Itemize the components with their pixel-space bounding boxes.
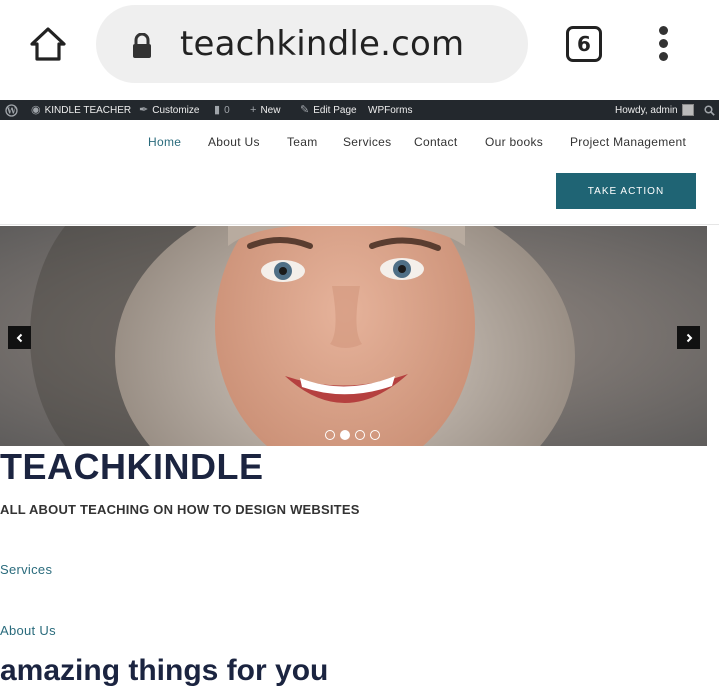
slider-prev-button[interactable] [8, 326, 31, 349]
site-tagline: ALL ABOUT TEACHING ON HOW TO DESIGN WEBS… [0, 502, 360, 517]
avatar [681, 104, 694, 116]
more-vert-icon [659, 26, 668, 35]
wordpress-icon: W [5, 103, 18, 117]
wpforms-label: WPForms [368, 104, 413, 116]
slider-next-button[interactable] [677, 326, 700, 349]
hero-image [0, 226, 707, 446]
chevron-left-icon [16, 333, 22, 342]
browser-menu-button[interactable] [652, 24, 676, 64]
nav-item-team[interactable]: Team [287, 135, 318, 149]
hero-slider[interactable] [0, 226, 707, 446]
site-name-label: KINDLE TEACHER [44, 104, 132, 116]
comment-icon: ▮ [214, 103, 221, 116]
admin-bar-comments[interactable]: ▮ 0 [214, 100, 230, 120]
slider-dot[interactable] [325, 430, 335, 440]
wp-logo-menu[interactable]: W [5, 100, 18, 120]
admin-bar-site-name[interactable]: ◉ KINDLE TEACHER [31, 100, 131, 120]
comments-count: 0 [224, 104, 230, 116]
slider-dot-active[interactable] [340, 430, 350, 440]
url-text: teachkindle.com [180, 24, 465, 64]
lock-icon [133, 33, 151, 58]
plus-icon: + [250, 103, 257, 116]
howdy-label: Howdy, admin [615, 104, 678, 116]
nav-item-services[interactable]: Services [343, 135, 391, 149]
slider-pagination [325, 430, 380, 440]
slider-dot[interactable] [355, 430, 365, 440]
admin-bar-wpforms[interactable]: WPForms [368, 100, 412, 120]
edit-page-label: Edit Page [313, 104, 357, 116]
take-action-button[interactable]: TAKE ACTION [556, 173, 696, 209]
nav-item-about-us[interactable]: About Us [208, 135, 260, 149]
admin-bar-new[interactable]: + New [250, 100, 280, 120]
home-icon [30, 27, 66, 61]
section-heading: amazing things for you [0, 654, 329, 687]
admin-bar-account[interactable]: Howdy, admin [615, 100, 694, 120]
more-vert-icon-dot [659, 39, 668, 48]
admin-bar-customize[interactable]: ✒ Customize [139, 100, 199, 120]
site-title: TEACHKINDLE [0, 446, 264, 487]
chevron-right-icon [686, 333, 692, 342]
nav-item-home[interactable]: Home [148, 135, 181, 149]
new-label: New [260, 104, 281, 116]
svg-text:W: W [6, 105, 17, 115]
slider-dot[interactable] [370, 430, 380, 440]
more-vert-icon-dot [659, 52, 668, 61]
home-button[interactable] [26, 24, 70, 64]
address-bar[interactable]: teachkindle.com [96, 5, 528, 83]
customize-label: Customize [152, 104, 200, 116]
nav-item-project-management[interactable]: Project Management [570, 135, 686, 149]
admin-bar-search[interactable] [704, 100, 715, 120]
brush-icon: ✒ [139, 103, 149, 116]
admin-bar-edit-page[interactable]: ✎ Edit Page [300, 100, 357, 120]
search-icon [704, 104, 715, 116]
services-link[interactable]: Services [0, 562, 52, 577]
pencil-icon: ✎ [300, 103, 310, 116]
site-header: Home About Us Team Services Contact Our … [0, 120, 719, 225]
about-us-link[interactable]: About Us [0, 623, 56, 638]
browser-toolbar: teachkindle.com 6 [0, 0, 719, 100]
wp-admin-bar: W ◉ KINDLE TEACHER ✒ Customize ▮ 0 + New… [0, 100, 719, 120]
nav-item-our-books[interactable]: Our books [485, 135, 543, 149]
tab-switcher-button[interactable]: 6 [566, 26, 602, 62]
nav-item-contact[interactable]: Contact [414, 135, 457, 149]
dashboard-icon: ◉ [31, 103, 41, 116]
